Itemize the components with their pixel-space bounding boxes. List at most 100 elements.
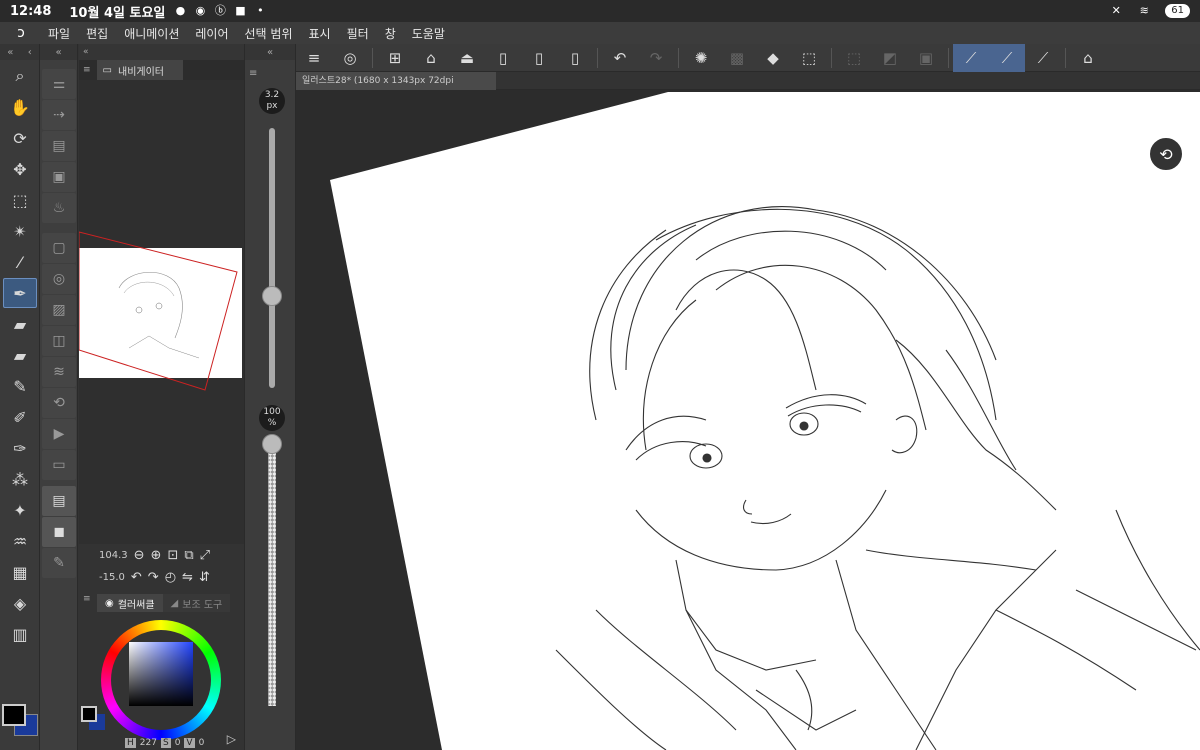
collapse-icon[interactable]: «	[55, 47, 61, 58]
sub-tool-item[interactable]: ▢	[42, 233, 76, 263]
tab-sub-tool[interactable]: ◢ 보조 도구	[162, 594, 231, 612]
tab-navigator[interactable]: ▭ 내비게이터	[96, 60, 183, 80]
clear-button[interactable]: ▩	[719, 44, 755, 72]
sub-tool-item[interactable]: ◼	[42, 517, 76, 547]
collapse-bar[interactable]: «	[245, 44, 295, 60]
airbrush-tool[interactable]: ✑	[3, 433, 37, 463]
zoom-value[interactable]: 104.3	[99, 550, 128, 561]
line-button[interactable]: ⟋	[1025, 44, 1061, 72]
hand-tool[interactable]: ✋	[3, 92, 37, 122]
deselect-button[interactable]: ⬚	[836, 44, 872, 72]
sparkle-tool[interactable]: ✦	[3, 495, 37, 525]
eraser2-tool[interactable]: ▰	[3, 340, 37, 370]
collapse-bar[interactable]: «‹	[0, 44, 39, 60]
canvas-document[interactable]	[296, 90, 1200, 750]
move-tool[interactable]: ✥	[3, 154, 37, 184]
rotate-right-icon[interactable]: ↷	[148, 570, 159, 585]
rotation-value[interactable]: -15.0	[99, 572, 125, 583]
sub-tool-item[interactable]: ▭	[42, 450, 76, 480]
flip-vertical-icon[interactable]: ⇵	[199, 570, 210, 585]
sub-tool-item[interactable]: ▣	[42, 162, 76, 192]
sub-tool-item[interactable]: ▤	[42, 486, 76, 516]
saturation-value-square[interactable]	[129, 642, 193, 706]
actual-size-icon[interactable]: ⧉	[184, 548, 193, 563]
menu-icon[interactable]: ≡	[83, 65, 91, 75]
menu-animation[interactable]: 애니메이션	[124, 25, 179, 42]
new-button[interactable]: ⊞	[377, 44, 413, 72]
collapse-icon[interactable]: «	[7, 47, 13, 58]
menu-edit[interactable]: 편집	[86, 25, 108, 42]
sub-tool-item[interactable]: ◎	[42, 264, 76, 294]
canvas-tab[interactable]: 일러스트28* (1680 x 1343px 72dpi 104.3%)●	[296, 72, 496, 104]
decoration-tool[interactable]: ⁂	[3, 464, 37, 494]
blend-tool[interactable]: ♒	[3, 526, 37, 556]
save-button[interactable]: ⏏	[449, 44, 485, 72]
navigator-view[interactable]	[79, 80, 244, 580]
academy-button[interactable]: ⌂	[1070, 44, 1106, 72]
collapse-icon[interactable]: ‹	[28, 47, 32, 58]
collapse-icon[interactable]: «	[267, 47, 273, 58]
loading-button[interactable]: ✺	[683, 44, 719, 72]
fill-tool[interactable]: ◈	[3, 588, 37, 618]
fit-icon[interactable]: ⊡	[167, 548, 178, 563]
collapse-bar[interactable]: «	[40, 44, 77, 60]
play-icon[interactable]: ▷	[227, 732, 236, 746]
fill-button[interactable]: ◆	[755, 44, 791, 72]
rotate-left-icon[interactable]: ↶	[131, 570, 142, 585]
export-png-button[interactable]: ▯	[521, 44, 557, 72]
menu-button[interactable]: ≡	[296, 44, 332, 72]
figure-tool[interactable]: ▦	[3, 557, 37, 587]
sub-tool-item[interactable]: ◫	[42, 326, 76, 356]
gradient-tool[interactable]: ▥	[3, 619, 37, 649]
menu-layer[interactable]: 레이어	[195, 25, 228, 42]
main-color[interactable]	[2, 704, 26, 726]
menu-icon[interactable]: ≡	[79, 594, 97, 612]
sub-tool-item[interactable]: ✎	[42, 548, 76, 578]
canvas-area[interactable]: ⟲	[296, 90, 1200, 750]
export-jpg-button[interactable]: ▯	[485, 44, 521, 72]
menu-view[interactable]: 표시	[309, 25, 331, 42]
invert-selection-button[interactable]: ◩	[872, 44, 908, 72]
main-color[interactable]	[81, 706, 97, 722]
sub-tool-item[interactable]: ⇢	[42, 100, 76, 130]
menu-help[interactable]: 도움말	[412, 25, 445, 42]
brush-size-slider[interactable]	[269, 128, 275, 388]
sub-tool-item[interactable]: ♨	[42, 193, 76, 223]
open-button[interactable]: ⌂	[413, 44, 449, 72]
flip-horizontal-icon[interactable]: ⇋	[182, 570, 193, 585]
sub-tool-item[interactable]: ▨	[42, 295, 76, 325]
menu-selection[interactable]: 선택 범위	[245, 25, 293, 42]
main-color-chip[interactable]	[2, 704, 38, 736]
sub-tool-item[interactable]: ≋	[42, 357, 76, 387]
undo-button[interactable]: ↶	[602, 44, 638, 72]
menu-filter[interactable]: 필터	[347, 25, 369, 42]
clip-studio-button[interactable]: ◎	[332, 44, 368, 72]
rotate-canvas-button[interactable]: ⟲	[1148, 136, 1184, 172]
export-psd-button[interactable]: ▯	[557, 44, 593, 72]
pencil-tool[interactable]: ✎	[3, 371, 37, 401]
snap-brush-button[interactable]: ⟋	[989, 43, 1025, 72]
auto-select-tool[interactable]: ✴	[3, 216, 37, 246]
fit-window-icon[interactable]: ⤢	[200, 548, 210, 563]
reset-rotation-icon[interactable]: ◴	[165, 570, 176, 585]
selection-border-button[interactable]: ▣	[908, 44, 944, 72]
marquee-tool[interactable]: ⬚	[3, 185, 37, 215]
color-chip[interactable]	[81, 706, 105, 730]
zoom-in-icon[interactable]: ⊕	[151, 548, 162, 563]
sub-tool-item[interactable]: ▤	[42, 131, 76, 161]
opacity-slider[interactable]	[268, 444, 276, 706]
menu-file[interactable]: 파일	[48, 25, 70, 42]
sub-tool-item[interactable]: ⚌	[42, 69, 76, 99]
collapse-icon[interactable]: «	[83, 47, 89, 57]
brush-tool[interactable]: ✐	[3, 402, 37, 432]
opacity-knob[interactable]	[262, 434, 282, 454]
pen-tool[interactable]: ✒	[3, 278, 37, 308]
eyedropper-tool[interactable]: ⁄	[3, 247, 37, 277]
snap-ruler-button[interactable]: ⟋	[953, 43, 989, 72]
zoom-out-icon[interactable]: ⊖	[134, 548, 145, 563]
app-logo-icon[interactable]: ↄ	[8, 25, 34, 41]
sub-tool-item[interactable]: ⟲	[42, 388, 76, 418]
zoom-tool[interactable]: ⌕	[3, 61, 37, 91]
operation-tool[interactable]: ⟳	[3, 123, 37, 153]
redo-button[interactable]: ↷	[638, 44, 674, 72]
